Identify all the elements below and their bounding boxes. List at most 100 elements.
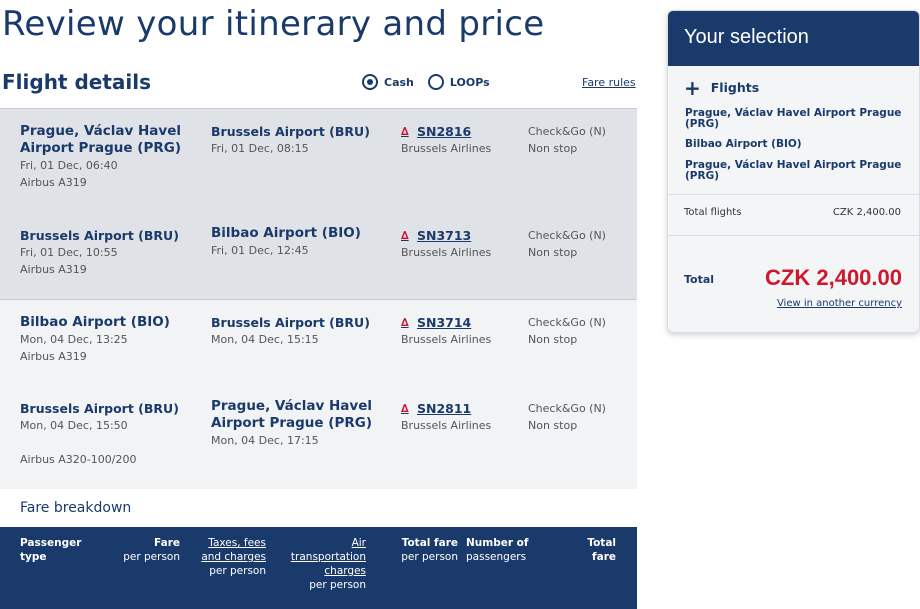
arrival-time: Fri, 01 Dec, 08:15 <box>211 142 309 155</box>
aircraft-type: Airbus A320-100/200 <box>20 453 137 466</box>
brussels-airlines-logo-icon: ∆ <box>401 401 409 415</box>
header-line: Fare <box>154 537 180 549</box>
header-air-charges[interactable]: Air transportation charges per person <box>282 536 366 592</box>
radio-icon[interactable] <box>427 74 444 90</box>
header-total-fare: Total fare <box>560 536 616 564</box>
view-another-currency-link[interactable]: View in another currency <box>777 298 902 309</box>
header-passenger-type: Passenger type <box>20 536 81 564</box>
cash-label: Cash <box>384 75 414 89</box>
stops: Non stop <box>528 419 578 432</box>
flight-details-title: Flight details <box>2 70 152 94</box>
flight-number-link[interactable]: ∆ SN2816 <box>401 123 521 140</box>
plus-icon[interactable]: + <box>684 78 701 98</box>
flight-segment: Prague, Václav Havel Airport Prague (PRG… <box>0 123 637 213</box>
aircraft-type: Airbus A319 <box>20 350 87 363</box>
selection-title: Your selection <box>668 11 919 66</box>
fare-breakdown-title: Fare breakdown <box>20 500 132 516</box>
departure-airport: Prague, Václav Havel Airport Prague (PRG… <box>20 123 181 156</box>
departure-time: Mon, 04 Dec, 13:25 <box>20 333 128 346</box>
brussels-airlines-logo-icon: ∆ <box>401 228 409 242</box>
route-item: Bilbao Airport (BIO) <box>685 138 802 150</box>
header-line: per person <box>123 551 180 563</box>
header-line: Total fare <box>587 537 616 563</box>
departure-info: Brussels Airport (BRU) Mon, 04 Dec, 15:5… <box>20 400 195 468</box>
header-line[interactable]: Air <box>282 536 366 550</box>
departure-info: Brussels Airport (BRU) Fri, 01 Dec, 10:5… <box>20 227 195 278</box>
fare-family: Check&Go (N) <box>528 125 606 138</box>
departure-info: Bilbao Airport (BIO) Mon, 04 Dec, 13:25 … <box>20 314 195 365</box>
fare-breakdown-header: Passenger type Fare per person Taxes, fe… <box>0 527 637 609</box>
page-title: Review your itinerary and price <box>2 4 545 44</box>
aircraft-type: Airbus A319 <box>20 263 87 276</box>
aircraft-type: Airbus A319 <box>20 176 87 189</box>
fare-family: Check&Go (N) <box>528 229 606 242</box>
brussels-airlines-logo-icon: ∆ <box>401 315 409 329</box>
flight-number: SN3714 <box>417 315 472 330</box>
header-line: passengers <box>466 551 527 563</box>
header-line: per person <box>401 551 458 563</box>
departure-time: Fri, 01 Dec, 10:55 <box>20 246 118 259</box>
flight-info: ∆ SN3713 Brussels Airlines <box>401 227 521 261</box>
flight-number-link[interactable]: ∆ SN3713 <box>401 227 521 244</box>
header-line[interactable]: and charges <box>190 550 266 564</box>
flight-number: SN2816 <box>417 124 472 139</box>
loops-option[interactable]: LOOPs <box>427 74 490 90</box>
header-line: per person <box>209 565 266 577</box>
fare-info: Check&Go (N) Non stop <box>528 314 633 348</box>
total-price: CZK 2,400.00 <box>765 265 902 290</box>
airline-name: Brussels Airlines <box>401 246 492 259</box>
brussels-airlines-logo-icon: ∆ <box>401 124 409 138</box>
header-taxes[interactable]: Taxes, fees and charges per person <box>190 536 266 578</box>
total-flights-value: CZK 2,400.00 <box>832 207 901 218</box>
arrival-airport: Prague, Václav Havel Airport Prague (PRG… <box>211 398 372 431</box>
arrival-info: Bilbao Airport (BIO) Fri, 01 Dec, 12:45 <box>211 225 386 259</box>
radio-icon[interactable] <box>362 74 378 90</box>
airline-name: Brussels Airlines <box>401 142 492 155</box>
header-line[interactable]: Taxes, fees <box>190 536 266 550</box>
header-line: Total fare <box>401 537 458 549</box>
header-line[interactable]: charges <box>282 564 366 578</box>
outbound-journey: Prague, Václav Havel Airport Prague (PRG… <box>0 108 637 299</box>
your-selection-panel: Your selection + Flights Prague, Václav … <box>667 10 920 333</box>
route-item: Prague, Václav Havel Airport Prague (PRG… <box>685 107 902 130</box>
arrival-info: Brussels Airport (BRU) Fri, 01 Dec, 08:1… <box>211 123 386 157</box>
header-fare: Fare per person <box>110 536 180 564</box>
header-line: Number of <box>466 537 529 549</box>
divider <box>668 235 919 236</box>
flights-expander[interactable]: + Flights <box>684 78 760 98</box>
departure-airport: Bilbao Airport (BIO) <box>20 314 170 330</box>
flight-number: SN2811 <box>417 401 472 416</box>
departure-info: Prague, Václav Havel Airport Prague (PRG… <box>20 123 195 191</box>
divider <box>668 194 919 195</box>
airline-name: Brussels Airlines <box>401 333 492 346</box>
stops: Non stop <box>528 333 578 346</box>
cash-option[interactable]: Cash <box>362 74 414 90</box>
flight-info: ∆ SN2816 Brussels Airlines <box>401 123 521 157</box>
departure-time: Mon, 04 Dec, 15:50 <box>20 419 128 432</box>
arrival-airport: Brussels Airport (BRU) <box>211 315 370 330</box>
header-line: type <box>20 551 47 563</box>
header-line[interactable]: transportation <box>282 550 366 564</box>
total-flights-label: Total flights <box>684 207 742 218</box>
arrival-airport: Bilbao Airport (BIO) <box>211 225 361 241</box>
fare-info: Check&Go (N) Non stop <box>528 227 633 261</box>
flight-info: ∆ SN2811 Brussels Airlines <box>401 400 521 434</box>
arrival-info: Prague, Václav Havel Airport Prague (PRG… <box>211 398 386 449</box>
fare-family: Check&Go (N) <box>528 316 606 329</box>
flight-number-link[interactable]: ∆ SN3714 <box>401 314 521 331</box>
loops-label: LOOPs <box>449 75 490 89</box>
departure-airport: Brussels Airport (BRU) <box>20 228 179 243</box>
header-line: per person <box>309 579 366 591</box>
arrival-airport: Brussels Airport (BRU) <box>211 124 370 139</box>
flights-label: Flights <box>710 80 760 95</box>
total-label: Total <box>684 273 715 286</box>
fare-rules-link[interactable]: Fare rules <box>582 76 636 89</box>
flight-number-link[interactable]: ∆ SN2811 <box>401 400 521 417</box>
arrival-info: Brussels Airport (BRU) Mon, 04 Dec, 15:1… <box>211 314 386 348</box>
fare-info: Check&Go (N) Non stop <box>528 400 633 434</box>
arrival-time: Mon, 04 Dec, 17:15 <box>211 434 319 447</box>
header-line: Passenger <box>20 537 82 549</box>
payment-options: Cash LOOPs <box>362 74 504 90</box>
departure-time: Fri, 01 Dec, 06:40 <box>20 159 118 172</box>
route-item: Prague, Václav Havel Airport Prague (PRG… <box>685 159 902 182</box>
